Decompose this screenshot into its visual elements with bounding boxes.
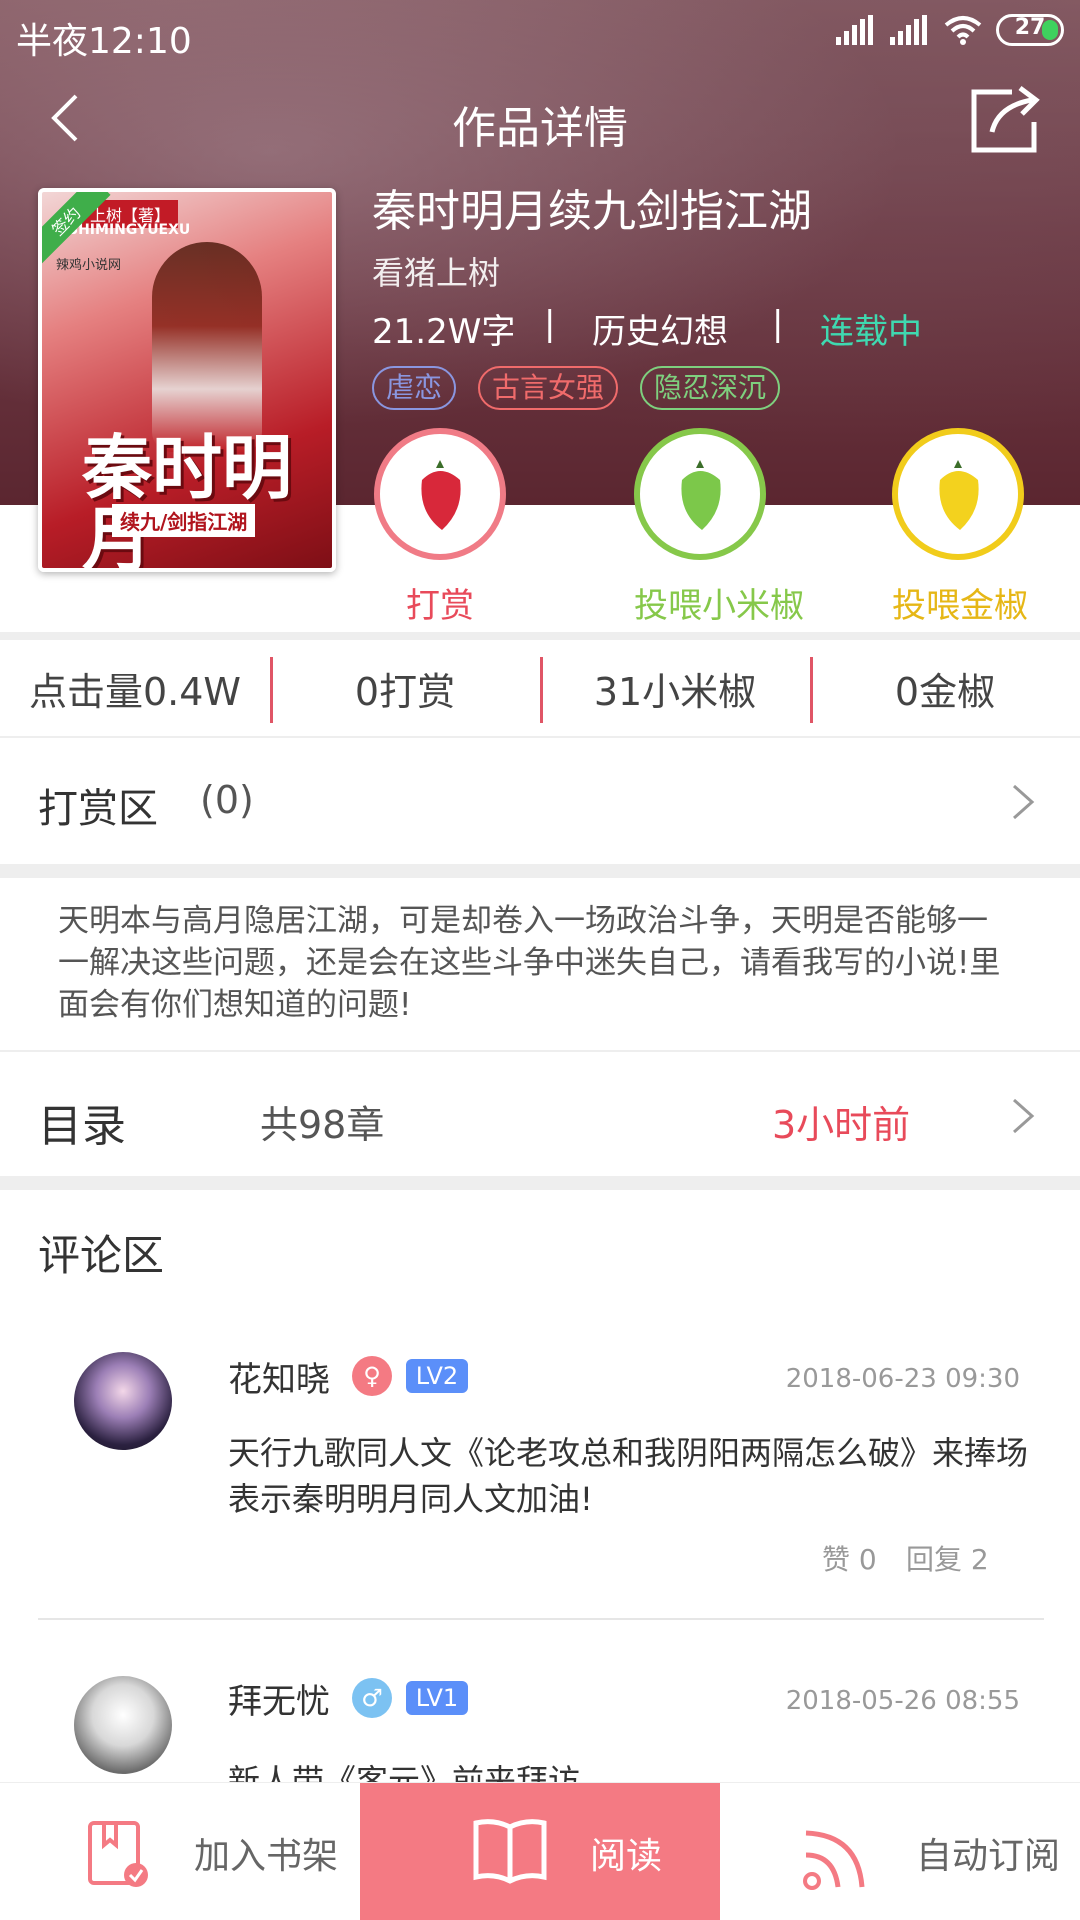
bookshelf-icon	[88, 1821, 148, 1887]
section-divider	[0, 1176, 1080, 1190]
green-pepper-icon	[634, 428, 766, 560]
comment-author[interactable]: 花知晓	[228, 1352, 330, 1401]
cover-title: 秦时明月	[82, 426, 292, 569]
reward-label: 打赏	[406, 586, 474, 626]
status-time: 半夜12:10	[16, 21, 192, 62]
feed-gold-pepper-button[interactable]: 投喂金椒	[892, 428, 1028, 627]
male-icon: ♂	[352, 1678, 392, 1718]
cover-pinyin: SHIMINGYUEXU	[68, 222, 191, 238]
chevron-right-icon	[1013, 784, 1035, 820]
reward-area-label: 打赏区	[38, 786, 158, 832]
book-description: 天明本与高月隐居江湖，可是却卷入一场政治斗争，天明是否能够一一解决这些问题，还是…	[58, 903, 1001, 1023]
auto-subscribe-button[interactable]: 自动订阅	[720, 1783, 1080, 1920]
section-divider	[0, 864, 1080, 878]
add-to-shelf-label: 加入书架	[194, 1836, 339, 1877]
book-category: 历史幻想	[592, 312, 728, 352]
description-section: 天明本与高月隐居江湖，可是却卷入一场政治斗争，天明是否能够一一解决这些问题，还是…	[0, 878, 1080, 1048]
feed-gold-pepper-label: 投喂金椒	[892, 586, 1028, 626]
reward-area-count: (0)	[200, 778, 254, 822]
reward-area-row[interactable]: 打赏区 (0)	[0, 736, 1080, 864]
update-time: 3小时前	[772, 1103, 911, 1147]
female-icon: ♀	[352, 1356, 392, 1396]
status-bar: 半夜12:10 27	[0, 0, 1080, 66]
avatar[interactable]	[74, 1676, 172, 1774]
rss-icon	[803, 1830, 865, 1890]
book-cover[interactable]: 上树【著】 SHIMINGYUEXU 辣鸡小说网 签约 秦时明月 续九/剑指江湖	[38, 188, 336, 572]
reply-button[interactable]: 回复 2	[906, 1538, 989, 1578]
tag[interactable]: 隐忍深沉	[640, 366, 781, 410]
pepper-icon	[374, 428, 506, 560]
page-title: 作品详情	[452, 103, 628, 154]
comment-text: 天行九歌同人文《论老攻总和我阴阳两隔怎么破》来捧场 表示秦明明月同人文加油!	[228, 1434, 1029, 1518]
stats-bar: 点击量0.4W 0打赏 31小米椒 0金椒	[0, 632, 1080, 736]
share-icon[interactable]	[968, 82, 1044, 158]
avatar[interactable]	[74, 1352, 172, 1450]
tag-list: 虐恋 古言女强 隐忍深沉	[372, 366, 781, 410]
status-icons: 27	[836, 14, 1064, 46]
book-status: 连载中	[820, 312, 922, 352]
auto-subscribe-label: 自动订阅	[916, 1836, 1061, 1877]
book-info: 秦时明月续九剑指江湖 看猪上树 21.2W字 | 历史幻想 | 连载中 虐恋 古…	[372, 184, 922, 410]
bottom-bar: 加入书架 阅读 自动订阅	[0, 1783, 1080, 1920]
add-to-shelf-button[interactable]: 加入书架	[0, 1783, 360, 1920]
chevron-right-icon	[1013, 1098, 1035, 1134]
comments-title: 评论区	[38, 1231, 165, 1280]
reward-count: 0打赏	[270, 656, 540, 723]
meta-separator: |	[772, 304, 784, 344]
gold-pepper-count: 0金椒	[810, 656, 1080, 723]
catalog-row[interactable]: 目录 共98章 3小时前	[0, 1050, 1080, 1176]
book-open-icon	[473, 1819, 547, 1884]
book-title: 秦时明月续九剑指江湖	[372, 186, 812, 237]
word-count: 21.2W字	[372, 312, 516, 352]
signal-icon	[836, 15, 873, 45]
signal-icon	[890, 15, 927, 45]
gold-pepper-icon	[892, 428, 1024, 560]
cover-logo: 辣鸡小说网	[56, 258, 122, 273]
cover-subtitle: 续九/剑指江湖	[112, 504, 256, 537]
like-button[interactable]: 赞 0	[822, 1538, 877, 1578]
click-count: 点击量0.4W	[28, 669, 241, 714]
wifi-icon	[944, 16, 982, 45]
cover-figure	[152, 242, 262, 452]
read-button[interactable]: 阅读	[360, 1783, 720, 1920]
chapter-count: 共98章	[260, 1103, 385, 1147]
feed-small-pepper-label: 投喂小米椒	[634, 586, 804, 626]
comment-divider	[38, 1618, 1044, 1620]
read-label: 阅读	[590, 1836, 663, 1877]
comment-time: 2018-06-23 09:30	[785, 1364, 1020, 1394]
small-pepper-count: 31小米椒	[540, 656, 810, 723]
comment-time: 2018-05-26 08:55	[785, 1686, 1020, 1716]
meta-separator: |	[544, 304, 556, 344]
book-author[interactable]: 看猪上树	[372, 248, 812, 294]
comment-author[interactable]: 拜无忧	[228, 1674, 330, 1723]
level-badge: LV1	[406, 1681, 468, 1715]
tag[interactable]: 古言女强	[478, 366, 619, 410]
battery-icon: 27	[996, 14, 1064, 46]
feed-small-pepper-button[interactable]: 投喂小米椒	[634, 428, 804, 627]
top-bar: 作品详情	[0, 70, 1080, 170]
tag[interactable]: 虐恋	[372, 366, 457, 410]
reward-button[interactable]: 打赏	[374, 428, 506, 627]
catalog-label: 目录	[38, 1101, 126, 1152]
level-badge: LV2	[406, 1359, 468, 1393]
